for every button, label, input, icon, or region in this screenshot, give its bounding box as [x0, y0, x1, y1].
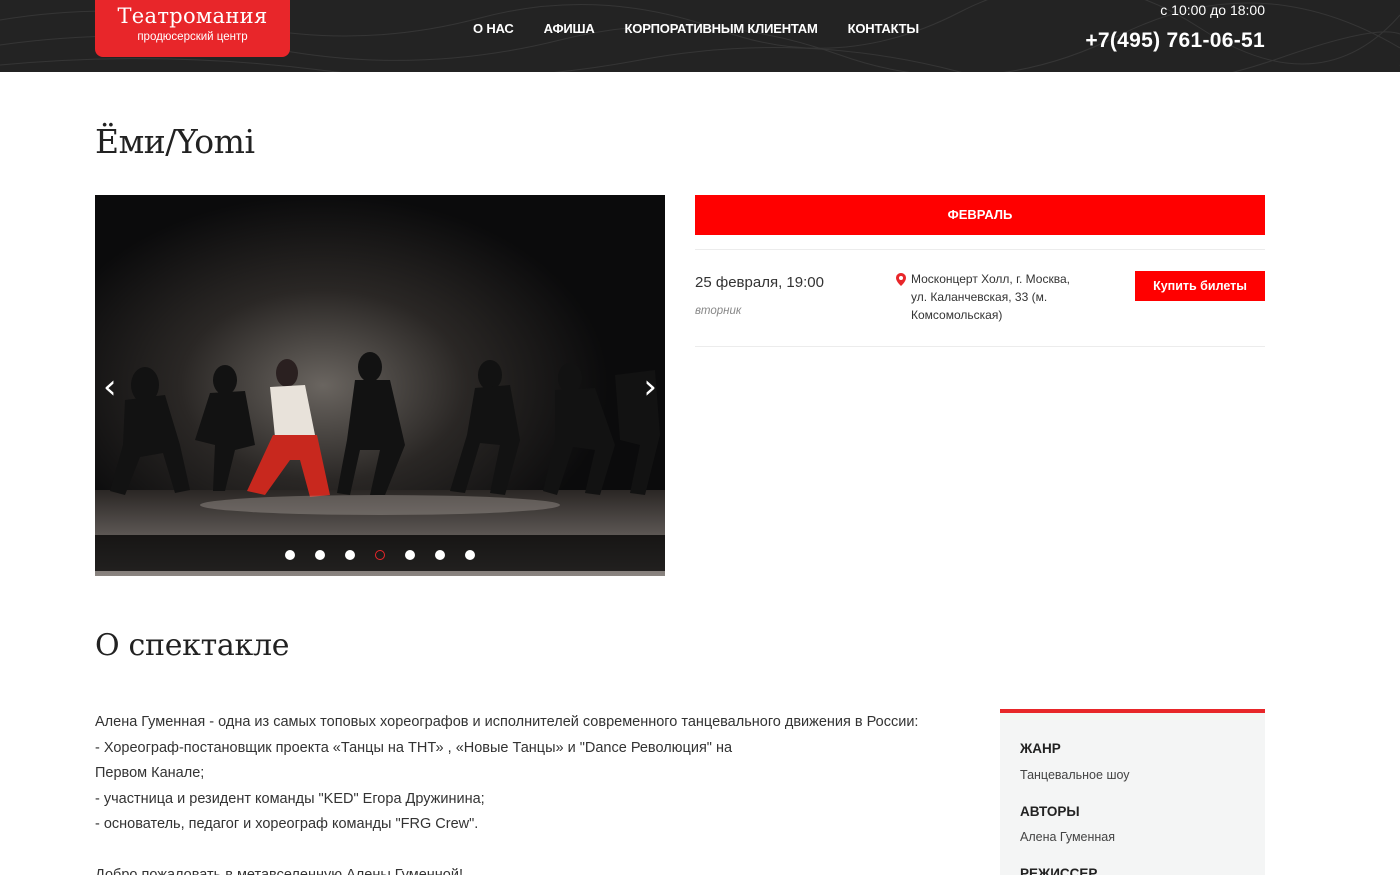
- phone-number[interactable]: +7(495) 761-06-51: [1085, 29, 1265, 53]
- chevron-right-icon: ›: [643, 367, 657, 407]
- site-header: Театромания продюсерский центр О НАС АФИ…: [0, 0, 1400, 72]
- slider-dot[interactable]: [375, 550, 385, 560]
- genre-value: Танцевальное шоу: [1020, 768, 1130, 782]
- logo[interactable]: Театромания продюсерский центр: [95, 0, 290, 57]
- slider-dot[interactable]: [435, 550, 445, 560]
- slide-image: [95, 195, 665, 576]
- slider-next-button[interactable]: ›: [643, 370, 657, 404]
- month-header: ФЕВРАЛЬ: [695, 195, 1265, 235]
- slider-dot[interactable]: [285, 550, 295, 560]
- slider-dot[interactable]: [465, 550, 475, 560]
- buy-tickets-button[interactable]: Купить билеты: [1135, 271, 1265, 301]
- slider-prev-button[interactable]: ‹: [103, 370, 117, 404]
- about-text: Алена Гуменная - одна из самых топовых х…: [95, 710, 965, 875]
- about-line: Алена Гуменная - одна из самых топовых х…: [95, 714, 919, 730]
- about-line: Добро пожаловать в метавселенную Алены Г…: [95, 867, 463, 875]
- about-line: - основатель, педагог и хореограф команд…: [95, 816, 479, 832]
- slider-dot[interactable]: [315, 550, 325, 560]
- authors-value: Алена Гуменная: [1020, 830, 1116, 844]
- about-title: О спектакле: [95, 628, 290, 663]
- logo-name: Театромания: [117, 4, 268, 28]
- location-pin-icon: [896, 273, 906, 286]
- logo-subtitle: продюсерский центр: [137, 31, 248, 43]
- page-title: Ёми/Yomi: [95, 122, 255, 161]
- nav-about[interactable]: О НАС: [473, 21, 514, 36]
- nav-corporate[interactable]: КОРПОРАТИВНЫМ КЛИЕНТАМ: [625, 21, 818, 36]
- divider: [695, 346, 1265, 347]
- main-nav: О НАС АФИША КОРПОРАТИВНЫМ КЛИЕНТАМ КОНТА…: [473, 21, 949, 36]
- photo-slider: ‹ ›: [95, 195, 665, 576]
- slider-dots: [285, 550, 495, 560]
- chevron-left-icon: ‹: [103, 367, 117, 407]
- event-venue[interactable]: Москонцерт Холл, г. Москва, ул. Каланчев…: [911, 270, 1071, 324]
- show-info-panel: ЖАНР Танцевальное шоу АВТОРЫ Алена Гумен…: [1000, 709, 1265, 875]
- about-line: Первом Канале;: [95, 765, 205, 781]
- event-date: 25 февраля, 19:00: [695, 274, 824, 291]
- authors-label: АВТОРЫ: [1020, 804, 1080, 819]
- about-line: - участница и резидент команды "KED" Его…: [95, 790, 485, 807]
- about-line: - Хореограф-постановщик проекта «Танцы н…: [95, 739, 733, 756]
- event-weekday: вторник: [695, 305, 742, 317]
- nav-contacts[interactable]: КОНТАКТЫ: [848, 21, 919, 36]
- divider: [695, 249, 1265, 250]
- slider-dot[interactable]: [405, 550, 415, 560]
- genre-label: ЖАНР: [1020, 741, 1061, 756]
- slider-pagination-bar: [95, 535, 665, 571]
- slider-dot[interactable]: [345, 550, 355, 560]
- director-label: РЕЖИССЕР: [1020, 866, 1098, 875]
- nav-afisha[interactable]: АФИША: [544, 21, 595, 36]
- working-hours: с 10:00 до 18:00: [1160, 2, 1265, 18]
